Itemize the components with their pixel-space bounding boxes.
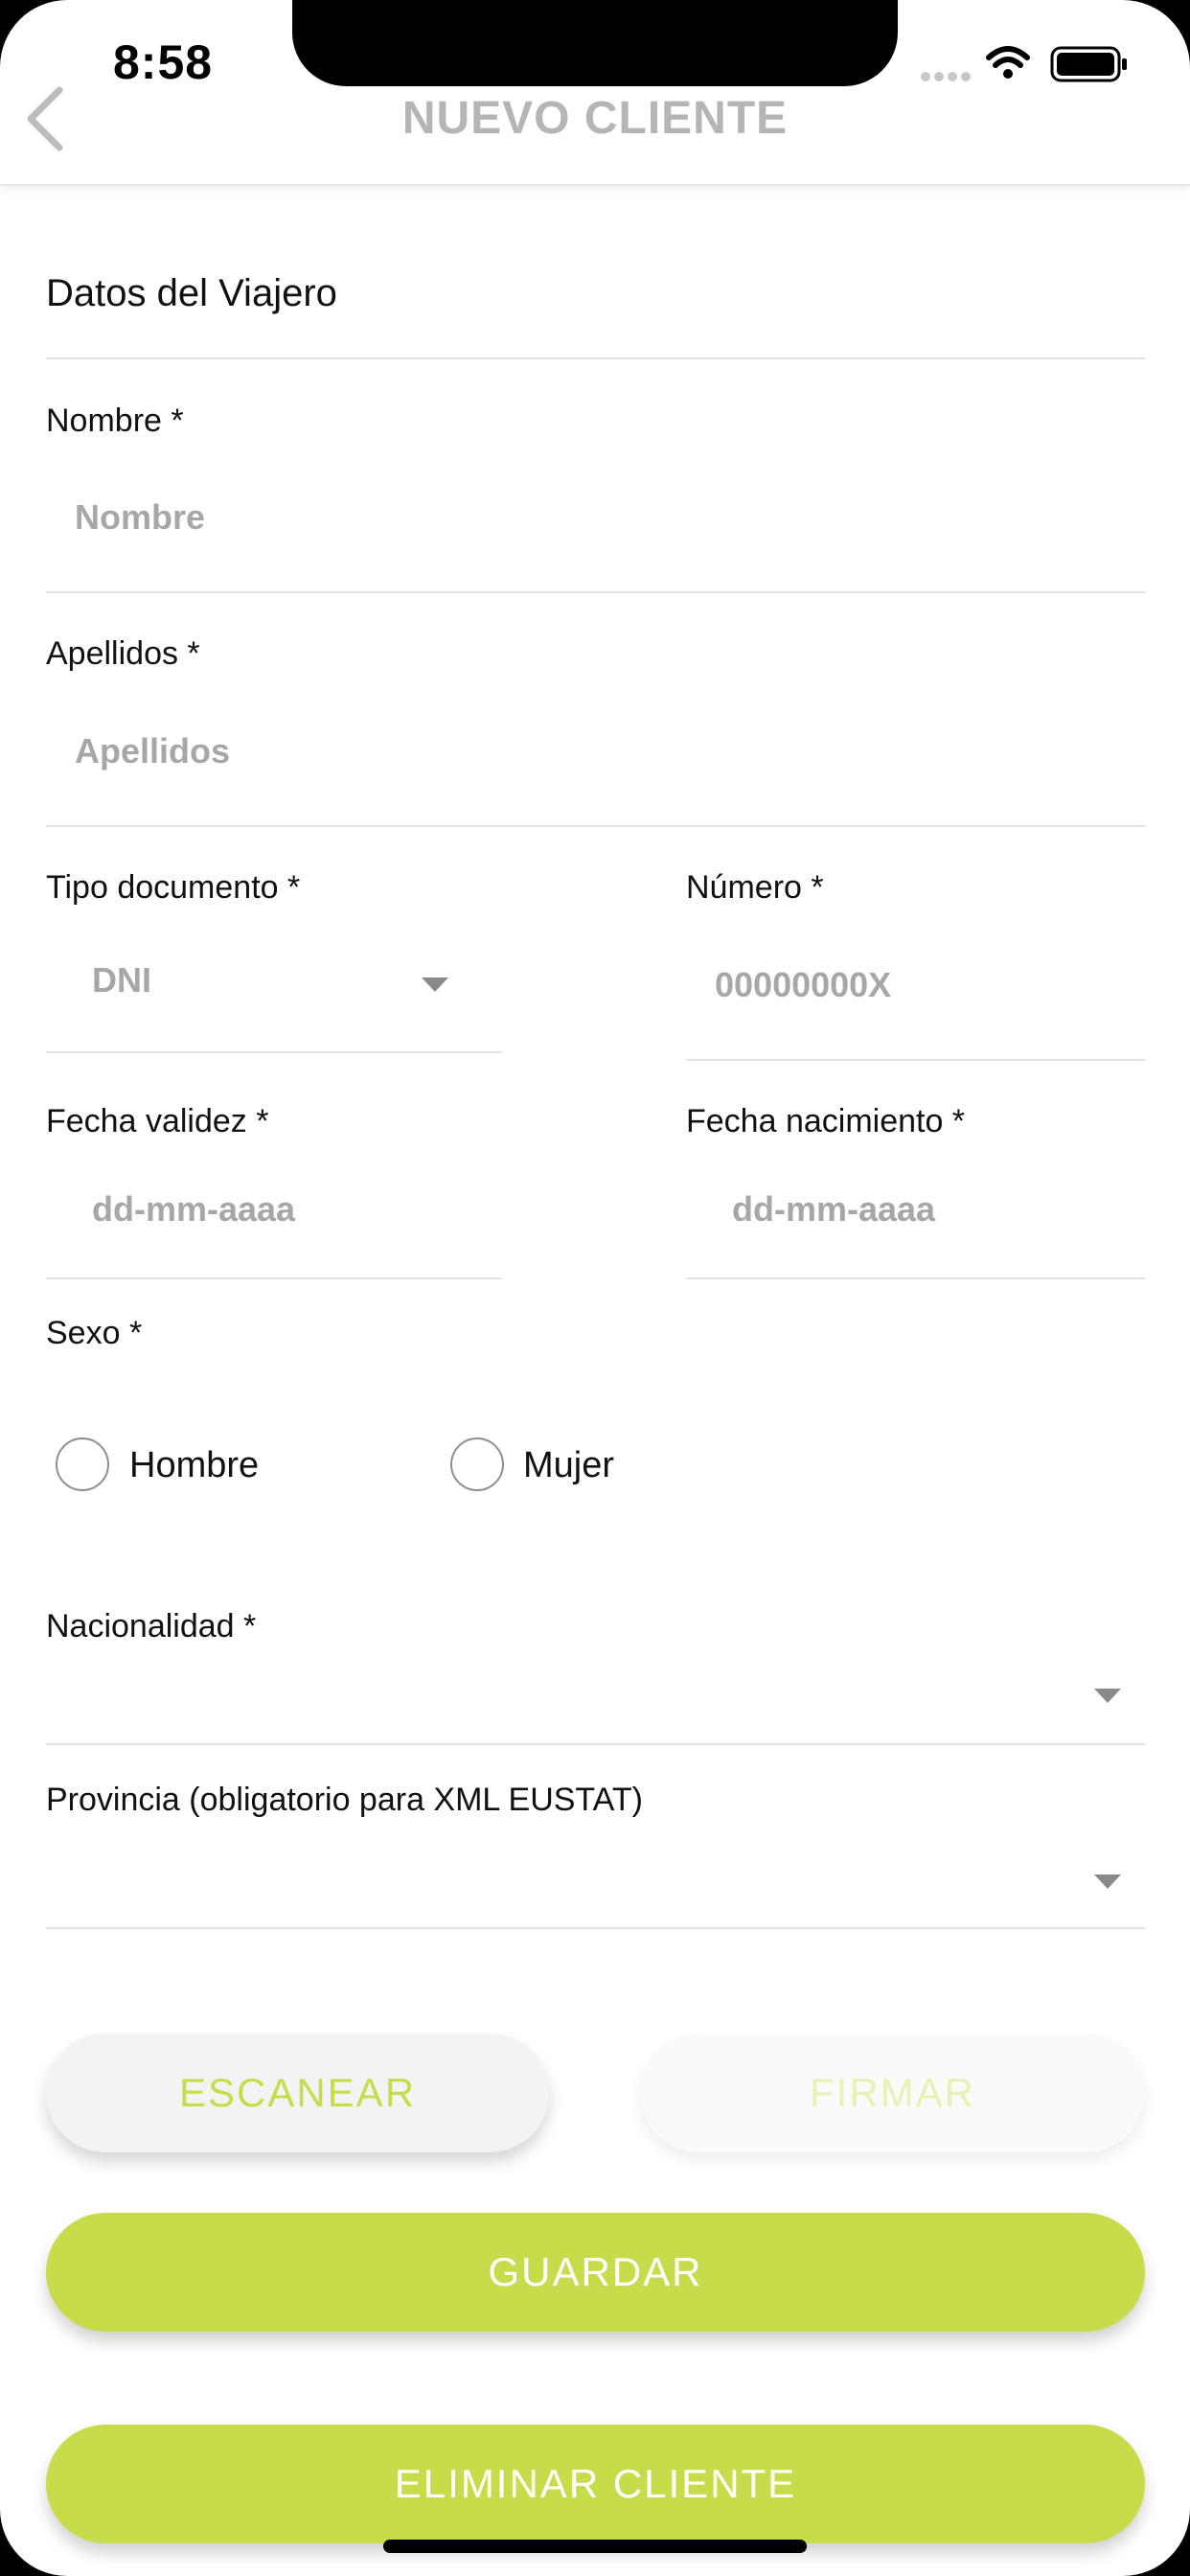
apellidos-label: Apellidos * bbox=[46, 635, 200, 672]
tipo-documento-select[interactable]: DNI bbox=[46, 939, 502, 1035]
status-time: 8:58 bbox=[113, 35, 214, 89]
status-icons bbox=[920, 42, 1129, 82]
apellidos-underline bbox=[46, 825, 1145, 827]
eliminar-cliente-button[interactable]: ELIMINAR CLIENTE bbox=[46, 2425, 1145, 2543]
tipo-documento-label: Tipo documento * bbox=[46, 869, 301, 906]
radio-hombre-label: Hombre bbox=[129, 1445, 260, 1485]
apellidos-input[interactable] bbox=[75, 728, 1129, 774]
nacionalidad-label: Nacionalidad * bbox=[46, 1608, 257, 1644]
section-divider bbox=[46, 357, 1145, 359]
numero-underline bbox=[686, 1059, 1145, 1061]
radio-mujer-label: Mujer bbox=[523, 1445, 615, 1485]
provincia-label: Provincia (obligatorio para XML EUSTAT) bbox=[46, 1782, 643, 1818]
nombre-input[interactable] bbox=[75, 494, 1129, 540]
chevron-down-icon bbox=[422, 978, 448, 992]
escanear-button[interactable]: ESCANEAR bbox=[46, 2034, 549, 2152]
battery-icon bbox=[1050, 46, 1127, 82]
nombre-underline bbox=[46, 591, 1145, 593]
fecha-validez-underline bbox=[46, 1277, 502, 1279]
nombre-label: Nombre * bbox=[46, 402, 184, 439]
radio-hombre[interactable] bbox=[56, 1438, 109, 1491]
section-title: Datos del Viajero bbox=[46, 272, 337, 314]
tipo-documento-underline bbox=[46, 1051, 502, 1053]
nacionalidad-select[interactable] bbox=[46, 1658, 1145, 1744]
sexo-option-mujer[interactable]: Mujer bbox=[441, 1426, 728, 1503]
firmar-button[interactable]: FIRMAR bbox=[640, 2034, 1145, 2152]
fecha-validez-input[interactable] bbox=[92, 1186, 494, 1232]
provincia-underline bbox=[46, 1927, 1145, 1929]
fecha-nacimiento-underline bbox=[686, 1277, 1145, 1279]
signal-icon bbox=[921, 72, 971, 81]
chevron-down-icon bbox=[1094, 1689, 1121, 1703]
numero-input[interactable] bbox=[715, 962, 1136, 1008]
numero-label: Número * bbox=[686, 869, 824, 906]
sexo-option-hombre[interactable]: Hombre bbox=[46, 1426, 333, 1503]
sexo-label: Sexo * bbox=[46, 1315, 143, 1351]
wifi-icon bbox=[986, 46, 1030, 79]
fecha-validez-label: Fecha validez * bbox=[46, 1103, 269, 1139]
chevron-down-icon bbox=[1094, 1874, 1121, 1889]
home-indicator[interactable] bbox=[383, 2540, 807, 2553]
nacionalidad-underline bbox=[46, 1743, 1145, 1745]
fecha-nacimiento-label: Fecha nacimiento * bbox=[686, 1103, 966, 1139]
tipo-documento-value: DNI bbox=[92, 960, 151, 1000]
fecha-nacimiento-input[interactable] bbox=[732, 1186, 1134, 1232]
provincia-select[interactable] bbox=[46, 1840, 1145, 1926]
phone-screen: NUEVO CLIENTE 8:58 Datos del Viajero Nom… bbox=[0, 0, 1190, 2576]
radio-mujer[interactable] bbox=[450, 1438, 504, 1491]
page-title: NUEVO CLIENTE bbox=[401, 93, 789, 144]
device-notch bbox=[292, 0, 898, 86]
guardar-button[interactable]: GUARDAR bbox=[46, 2213, 1145, 2332]
